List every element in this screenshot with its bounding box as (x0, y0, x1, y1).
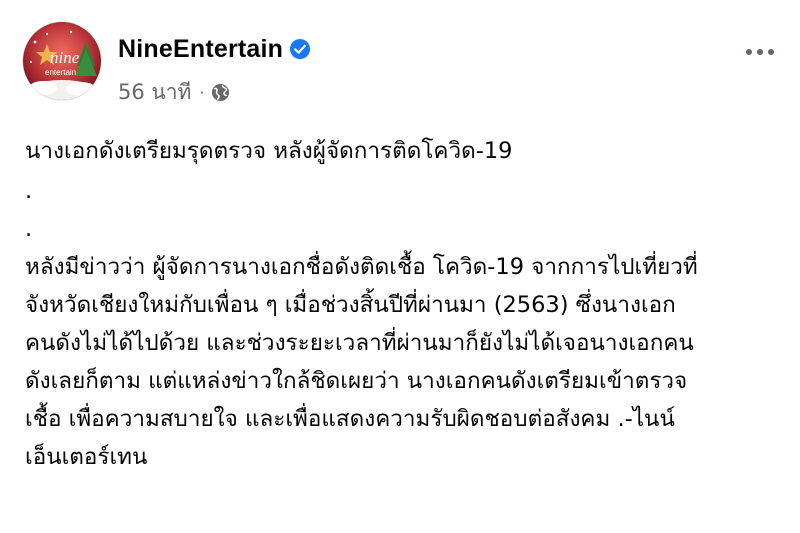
more-options-icon-dot (757, 49, 763, 55)
post-meta: 56 นาที · (118, 78, 230, 106)
page-avatar[interactable]: nine entertain (23, 22, 101, 100)
logo-text-bottom: entertain (45, 68, 77, 77)
post-header: nine entertain NineEntertain 56 นาที · (0, 0, 800, 120)
post-body-line: เชื้อ เพื่อความสบายใจ และเพื่อแสดงความรั… (25, 406, 675, 432)
post-body-line: ดังเลยก็ตาม แต่แหล่งข่าวใกล้ชิดเผยว่า นา… (25, 368, 688, 394)
logo-text-top: nine (50, 48, 80, 67)
globe-icon[interactable] (211, 83, 230, 102)
post-spacer-dot: . (25, 216, 33, 242)
more-options-icon-dot (768, 49, 774, 55)
post-body-line: คนดังไม่ได้ไปด้วย และช่วงระยะเวลาที่ผ่าน… (25, 330, 694, 356)
post-body-line: เอ็นเตอร์เทน (25, 444, 148, 470)
post-body-line: จังหวัดเชียงใหม่กับเพื่อน ๆ เมื่อช่วงสิ้… (25, 292, 676, 318)
page-name-row: NineEntertain (118, 32, 311, 66)
more-options-icon-dot (746, 49, 752, 55)
post-message: นางเอกดังเตรียมรุดตรวจ หลังผู้จัดการติดโ… (25, 132, 795, 476)
more-options-button[interactable] (740, 40, 780, 64)
post-headline: นางเอกดังเตรียมรุดตรวจ หลังผู้จัดการติดโ… (25, 138, 513, 164)
facebook-post: nine entertain NineEntertain 56 นาที · น… (0, 0, 800, 533)
verified-badge-icon (290, 39, 311, 59)
post-timestamp[interactable]: 56 นาที (118, 76, 191, 109)
meta-separator: · (199, 82, 205, 102)
page-name[interactable]: NineEntertain (118, 35, 283, 64)
post-spacer-dot: . (25, 178, 33, 204)
post-body-line: หลังมีข่าวว่า ผู้จัดการนางเอกชื่อดังติดเ… (25, 254, 698, 280)
